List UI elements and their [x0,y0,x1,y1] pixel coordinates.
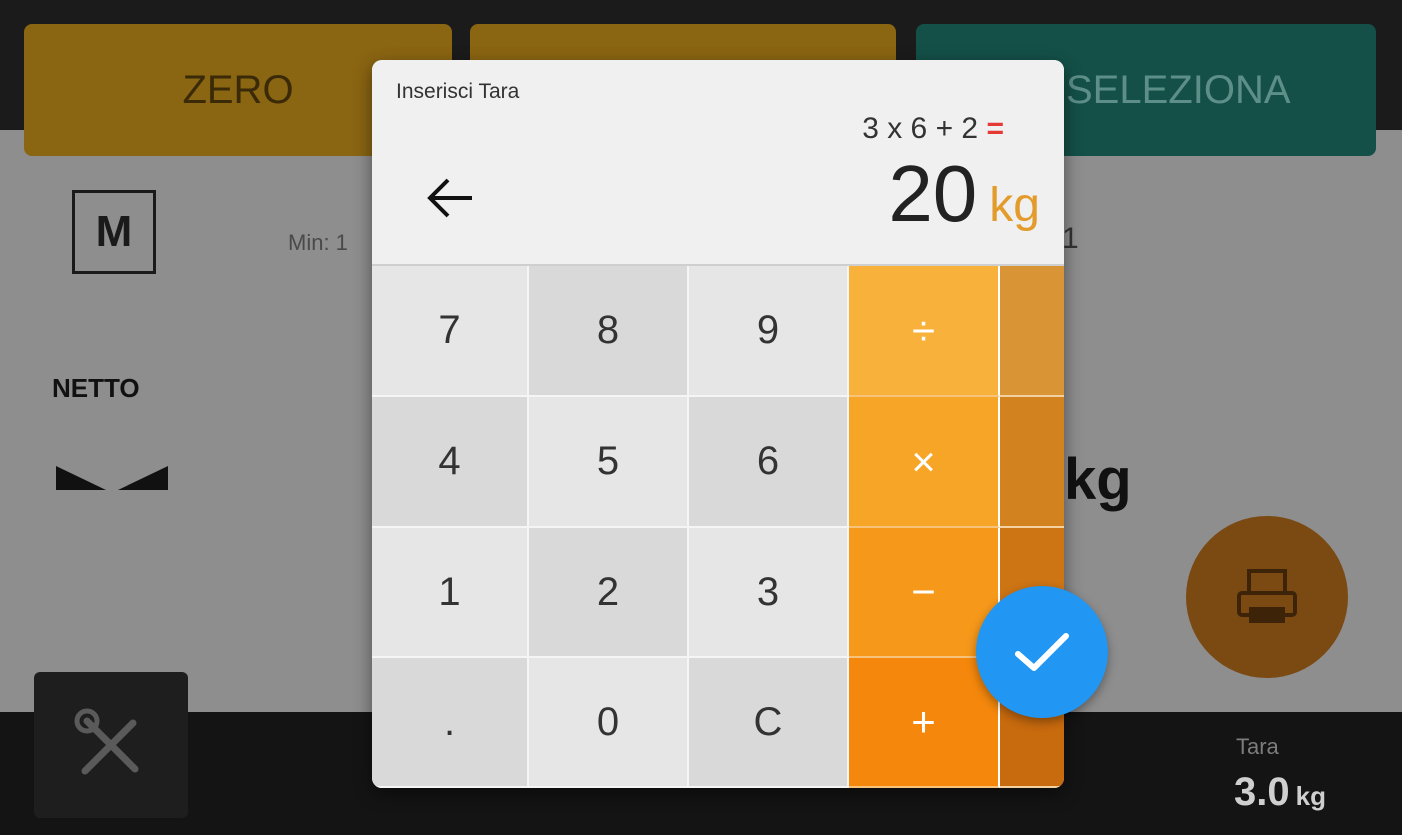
printer-icon [1237,569,1297,623]
tare-label: Tara [1236,734,1279,759]
min-weight-label: Min: 1 [288,230,348,255]
scale-screen: ZERO SELEZIONA M Min: 1 NETTO 1 kg Tara … [0,0,1402,835]
confirm-button[interactable] [976,586,1108,718]
key-1[interactable]: 1 [372,528,529,658]
op-strip [1000,397,1064,528]
netto-label: NETTO [52,373,140,403]
expression-text: 3 x 6 + 2 [862,112,979,145]
max-weight-fragment: 1 [1062,222,1079,255]
stability-icon [56,466,168,490]
key-6[interactable]: 6 [689,397,849,528]
tools-icon [74,708,139,775]
key-decimal[interactable]: . [372,658,529,788]
op-strip [1000,266,1064,397]
result-number: 20 [888,149,978,238]
key-divide[interactable]: ÷ [849,266,1000,397]
result-value: 20 kg [888,148,1040,240]
result-unit: kg [989,179,1040,232]
tare-number: 3.0 [1234,770,1290,814]
key-0[interactable]: 0 [529,658,689,788]
weight-unit: kg [1064,447,1132,512]
key-2[interactable]: 2 [529,528,689,658]
expression: 3 x 6 + 2 = [862,112,1004,146]
metrology-indicator: M [72,190,156,274]
key-clear[interactable]: C [689,658,849,788]
tare-value: 3.0 kg [1234,770,1326,815]
zero-button-label: ZERO [182,67,294,112]
dialog-title: Inserisci Tara [396,80,520,103]
tare-unit: kg [1295,781,1326,811]
key-8[interactable]: 8 [529,266,689,397]
tare-input-dialog: Inserisci Tara 3 x 6 + 2 = 20 kg 7 8 9 ÷ … [372,60,1064,788]
key-9[interactable]: 9 [689,266,849,397]
key-4[interactable]: 4 [372,397,529,528]
checkmark-icon [1015,633,1069,671]
arrow-left-icon[interactable] [424,176,476,220]
keypad: 7 8 9 ÷ 4 5 6 × 1 2 3 − . 0 C + [372,266,1064,788]
select-button-label: SELEZIONA [1066,67,1291,112]
print-button[interactable] [1186,516,1348,678]
settings-tools-button[interactable] [34,672,188,818]
key-7[interactable]: 7 [372,266,529,397]
key-multiply[interactable]: × [849,397,1000,528]
key-add[interactable]: + [849,658,1000,788]
calculator-display: Inserisci Tara 3 x 6 + 2 = 20 kg [372,60,1064,266]
key-3[interactable]: 3 [689,528,849,658]
key-5[interactable]: 5 [529,397,689,528]
equals-sign: = [986,112,1004,145]
